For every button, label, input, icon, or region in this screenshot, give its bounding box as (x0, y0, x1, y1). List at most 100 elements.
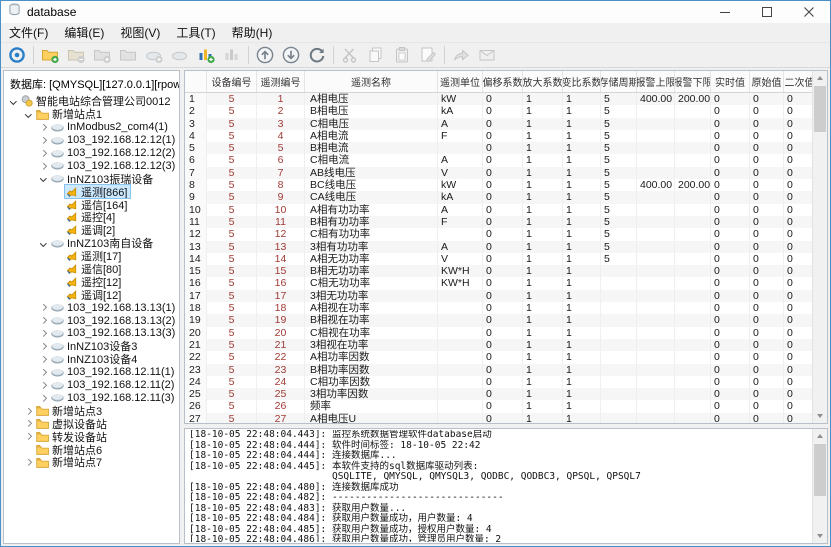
table-cell[interactable]: 0 (483, 130, 523, 142)
table-cell[interactable] (675, 351, 711, 363)
table-cell[interactable]: 0 (784, 241, 812, 253)
table-cell[interactable] (675, 327, 711, 339)
table-cell[interactable]: 23 (257, 364, 305, 376)
paste-button[interactable] (389, 43, 415, 67)
table-cell[interactable]: kA (438, 105, 483, 117)
column-header[interactable]: 实时值 (711, 71, 750, 92)
table-cell[interactable] (601, 351, 637, 363)
table-cell[interactable] (675, 277, 711, 289)
export-config-button[interactable] (115, 43, 141, 67)
table-cell[interactable]: 1 (563, 191, 601, 203)
table-cell[interactable]: A相无功功率 (305, 253, 438, 265)
table-cell[interactable]: 0 (711, 118, 750, 130)
table-cell[interactable]: 17 (257, 290, 305, 302)
chevron-right-icon[interactable] (22, 434, 35, 439)
edit-button[interactable] (415, 43, 441, 67)
table-cell[interactable]: 0 (750, 413, 784, 423)
table-cell[interactable]: CA线电压 (305, 191, 438, 203)
table-cell[interactable]: 0 (483, 339, 523, 351)
table-cell[interactable]: 5 (601, 179, 637, 191)
table-cell[interactable]: 0 (784, 191, 812, 203)
table-cell[interactable]: 0 (483, 142, 523, 154)
table-cell[interactable]: 5 (601, 142, 637, 154)
table-cell[interactable]: 20 (185, 327, 207, 339)
table-cell[interactable]: 5 (207, 413, 257, 423)
table-cell[interactable]: 0 (483, 290, 523, 302)
remove-signal-button[interactable] (219, 43, 245, 67)
table-cell[interactable]: 5 (207, 118, 257, 130)
table-cell[interactable]: 200.00 (675, 93, 711, 105)
table-cell[interactable]: 5 (601, 191, 637, 203)
table-cell[interactable]: 5 (207, 105, 257, 117)
table-cell[interactable]: 0 (784, 327, 812, 339)
table-cell[interactable]: 0 (711, 290, 750, 302)
chevron-down-icon[interactable] (37, 176, 50, 181)
table-cell[interactable]: 0 (711, 204, 750, 216)
table-cell[interactable]: 9 (257, 191, 305, 203)
table-cell[interactable] (637, 277, 675, 289)
table-cell[interactable]: 频率 (305, 400, 438, 412)
table-cell[interactable] (637, 154, 675, 166)
table-cell[interactable]: 0 (483, 277, 523, 289)
table-cell[interactable]: 4 (185, 130, 207, 142)
table-cell[interactable]: 1 (523, 241, 563, 253)
table-cell[interactable]: 0 (784, 388, 812, 400)
table-cell[interactable]: 1 (563, 339, 601, 351)
add-station-button[interactable] (37, 43, 63, 67)
table-cell[interactable]: 0 (483, 364, 523, 376)
table-cell[interactable]: 0 (784, 290, 812, 302)
table-cell[interactable]: 5 (207, 351, 257, 363)
table-cell[interactable]: 5 (207, 130, 257, 142)
table-cell[interactable] (637, 265, 675, 277)
table-cell[interactable]: kA (438, 191, 483, 203)
table-cell[interactable]: B相有功功率 (305, 216, 438, 228)
table-cell[interactable] (675, 364, 711, 376)
table-cell[interactable]: 0 (784, 253, 812, 265)
table-cell[interactable]: 400.00 (637, 179, 675, 191)
table-cell[interactable]: 17 (185, 290, 207, 302)
add-signal-button[interactable] (193, 43, 219, 67)
chevron-right-icon[interactable] (37, 383, 50, 388)
table-cell[interactable] (601, 265, 637, 277)
table-cell[interactable]: C相电压 (305, 118, 438, 130)
table-cell[interactable]: 3相无功功率 (305, 290, 438, 302)
table-cell[interactable]: 5 (601, 130, 637, 142)
table-cell[interactable]: 0 (750, 179, 784, 191)
table-cell[interactable] (637, 118, 675, 130)
table-cell[interactable]: A相有功功率 (305, 204, 438, 216)
table-cell[interactable]: 0 (750, 154, 784, 166)
table-cell[interactable]: 0 (750, 241, 784, 253)
table-cell[interactable]: 0 (784, 142, 812, 154)
table-cell[interactable] (438, 376, 483, 388)
table-cell[interactable]: 1 (523, 118, 563, 130)
chevron-right-icon[interactable] (37, 164, 50, 169)
table-cell[interactable] (601, 388, 637, 400)
chevron-right-icon[interactable] (37, 396, 50, 401)
table-cell[interactable]: 5 (601, 93, 637, 105)
table-scrollbar[interactable] (812, 71, 827, 423)
table-cell[interactable]: 1 (523, 351, 563, 363)
table-cell[interactable]: 1 (523, 277, 563, 289)
table-cell[interactable]: 5 (207, 314, 257, 326)
table-cell[interactable]: 5 (601, 253, 637, 265)
table-cell[interactable]: 0 (483, 314, 523, 326)
menu-file[interactable]: 文件(F) (1, 23, 56, 42)
table-cell[interactable]: 1 (257, 93, 305, 105)
table-cell[interactable] (601, 327, 637, 339)
table-cell[interactable]: 0 (711, 364, 750, 376)
table-cell[interactable]: 0 (750, 314, 784, 326)
table-cell[interactable]: 0 (750, 105, 784, 117)
table-cell[interactable]: 6 (257, 154, 305, 166)
table-cell[interactable]: 13 (185, 241, 207, 253)
table-cell[interactable]: 0 (711, 327, 750, 339)
table-cell[interactable]: 1 (523, 142, 563, 154)
table-cell[interactable]: 0 (750, 253, 784, 265)
table-cell[interactable]: 0 (784, 93, 812, 105)
tree-item[interactable]: InNZ103设备4 (4, 353, 179, 366)
table-cell[interactable]: 21 (257, 339, 305, 351)
table-cell[interactable]: 0 (711, 241, 750, 253)
table-cell[interactable]: F (438, 130, 483, 142)
table-cell[interactable]: 1 (523, 339, 563, 351)
table-cell[interactable]: 5 (207, 376, 257, 388)
table-cell[interactable] (438, 400, 483, 412)
